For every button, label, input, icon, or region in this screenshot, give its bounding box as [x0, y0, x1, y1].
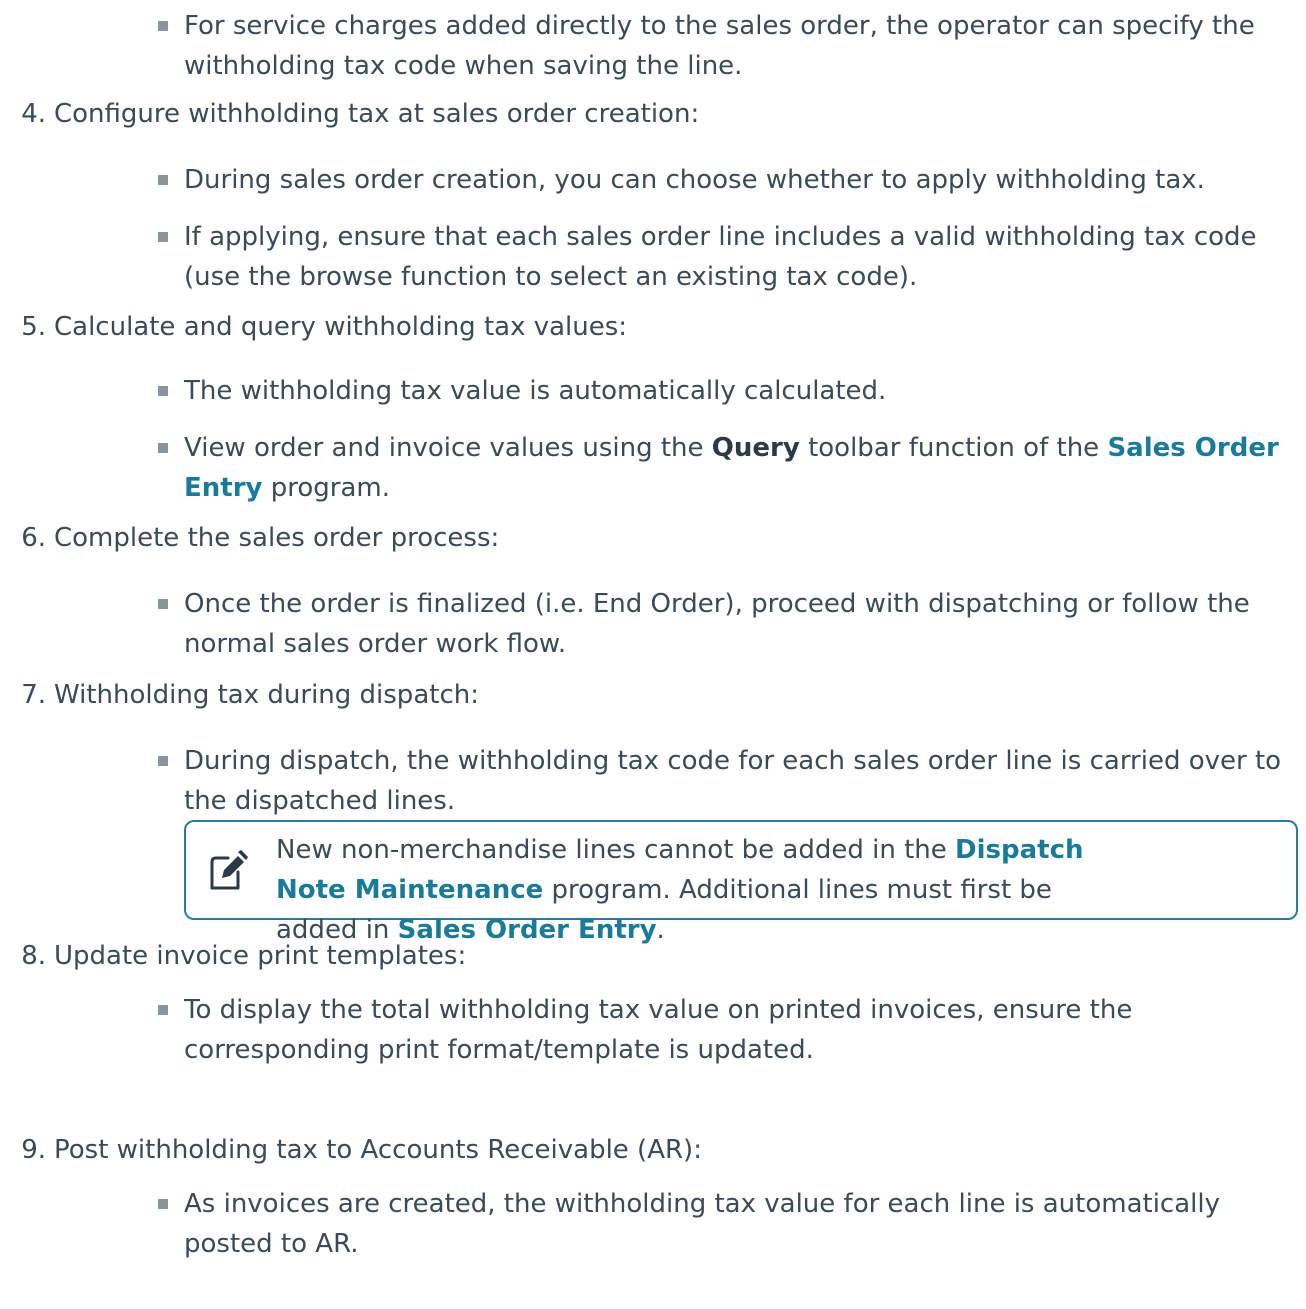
list-item: For service charges added directly to th…: [158, 6, 1283, 86]
bullet-text: Once the order is finalized (i.e. End Or…: [184, 589, 1250, 659]
step-number: 5.: [21, 312, 46, 342]
bullet-marker: [158, 756, 168, 766]
list-item: As invoices are created, the withholding…: [158, 1184, 1283, 1264]
bullet-text: To display the total withholding tax val…: [184, 995, 1133, 1065]
bullet-text: If applying, ensure that each sales orde…: [184, 222, 1257, 292]
bullet-text: The withholding tax value is automatical…: [184, 376, 887, 406]
bullet-marker: [158, 386, 168, 396]
bullet-text: During dispatch, the withholding tax cod…: [184, 746, 1282, 816]
note-text-post: .: [656, 915, 665, 945]
bullet-marker: [158, 599, 168, 609]
step-title: Complete the sales order process:: [54, 523, 500, 553]
bullet-marker: [158, 1005, 168, 1015]
bullet-marker: [158, 1199, 168, 1209]
note-pencil-icon: [210, 850, 248, 890]
bullet-marker: [158, 21, 168, 31]
note-callout: New non-merchandise lines cannot be adde…: [184, 820, 1298, 945]
bullet-marker: [158, 443, 168, 453]
list-item: Once the order is finalized (i.e. End Or…: [158, 584, 1283, 664]
step-number: 6.: [21, 523, 46, 553]
bullet-text: For service charges added directly to th…: [184, 11, 1255, 81]
bullet-marker: [158, 175, 168, 185]
step-title: Post withholding tax to Accounts Receiva…: [54, 1135, 702, 1165]
note-text-pre: New non-merchandise lines cannot be adde…: [276, 835, 956, 865]
list-item: During sales order creation, you can cho…: [158, 160, 1283, 200]
bullet-marker: [158, 232, 168, 242]
list-item: During dispatch, the withholding tax cod…: [158, 741, 1283, 821]
step-number: 4.: [21, 99, 46, 129]
bullet-text: During sales order creation, you can cho…: [184, 165, 1205, 195]
step-title: Configure withholding tax at sales order…: [54, 99, 700, 129]
bullet-text-post: program.: [262, 473, 390, 503]
step-number: 9.: [21, 1135, 46, 1165]
step-title: Withholding tax during dispatch:: [54, 680, 479, 710]
list-item: To display the total withholding tax val…: [158, 990, 1283, 1070]
step-number: 8.: [21, 941, 46, 971]
list-item: View order and invoice values using the …: [158, 428, 1283, 508]
list-item: If applying, ensure that each sales orde…: [158, 217, 1283, 297]
step-number: 7.: [21, 680, 46, 710]
list-item: The withholding tax value is automatical…: [158, 371, 1283, 411]
step-title: Update invoice print templates:: [54, 941, 467, 971]
bullet-text-pre: View order and invoice values using the: [184, 433, 712, 463]
bullet-text-mid: toolbar function of the: [799, 433, 1108, 463]
bullet-text: View order and invoice values using the …: [184, 428, 1283, 508]
step-title: Calculate and query withholding tax valu…: [54, 312, 628, 342]
bullet-text: As invoices are created, the withholding…: [184, 1189, 1220, 1259]
query-term: Query: [711, 433, 800, 463]
note-text: New non-merchandise lines cannot be adde…: [276, 830, 1096, 950]
